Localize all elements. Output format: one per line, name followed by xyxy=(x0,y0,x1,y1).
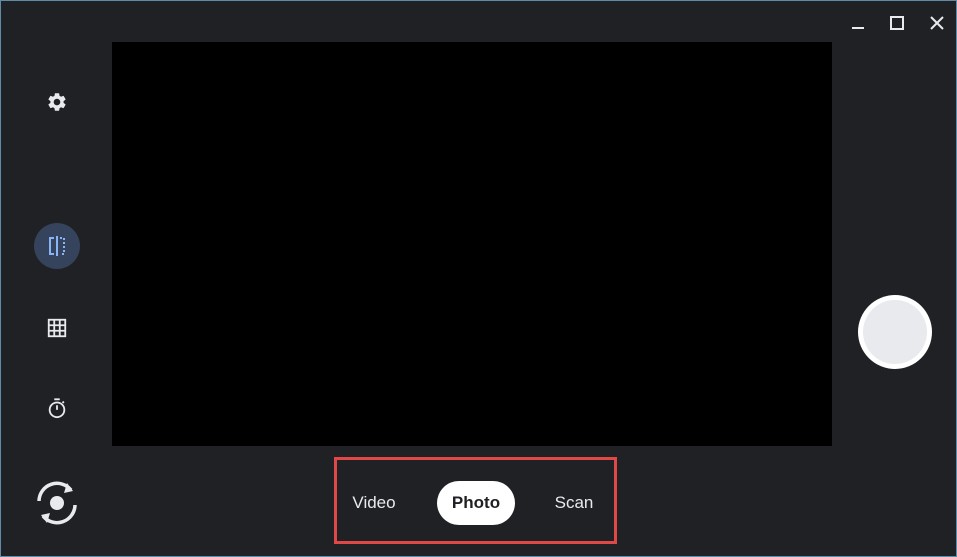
grid-icon xyxy=(47,318,67,338)
grid-button[interactable] xyxy=(41,312,73,344)
close-button[interactable] xyxy=(923,9,951,37)
maximize-button[interactable] xyxy=(883,9,911,37)
maximize-icon xyxy=(890,16,904,30)
shutter-inner xyxy=(863,300,927,364)
mirror-button[interactable] xyxy=(34,223,80,269)
mode-video[interactable]: Video xyxy=(341,481,407,525)
settings-button[interactable] xyxy=(41,86,73,118)
timer-button[interactable] xyxy=(41,392,73,424)
timer-icon xyxy=(48,398,66,419)
minimize-icon xyxy=(852,27,864,29)
mode-photo[interactable]: Photo xyxy=(437,481,515,525)
mirror-icon xyxy=(49,236,65,256)
close-icon xyxy=(930,16,944,30)
switch-camera-icon xyxy=(37,481,77,525)
settings-icon xyxy=(48,93,66,111)
camera-app-window: Video Photo Scan xyxy=(0,0,957,557)
camera-preview xyxy=(112,42,832,446)
minimize-button[interactable] xyxy=(844,9,872,37)
switch-camera-button[interactable] xyxy=(29,475,85,531)
shutter-button[interactable] xyxy=(858,295,932,369)
mode-scan[interactable]: Scan xyxy=(543,481,605,525)
